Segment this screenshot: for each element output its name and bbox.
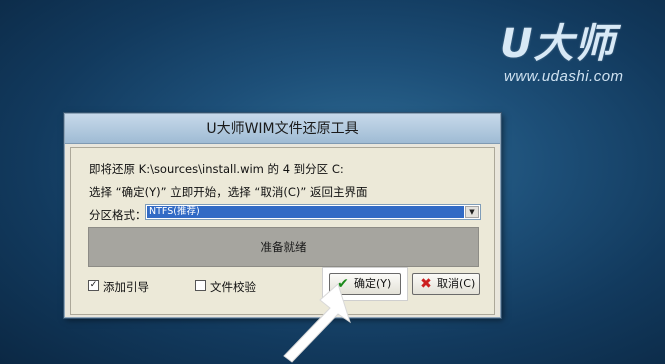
checkbox-unchecked-icon[interactable] xyxy=(195,280,206,291)
format-selected-value: NTFS(推荐) xyxy=(147,206,464,218)
status-panel: 准备就绪 xyxy=(88,227,479,267)
format-select[interactable]: NTFS(推荐) ▼ xyxy=(145,204,481,220)
dialog-title: U大师WIM文件还原工具 xyxy=(206,121,359,137)
title-bar[interactable]: U大师WIM文件还原工具 xyxy=(65,114,500,144)
pointer-arrow-icon xyxy=(283,283,351,363)
restore-info-text: 即将还原 K:\sources\install.wim 的 4 到分区 C: xyxy=(89,162,344,176)
dropdown-arrow-icon[interactable]: ▼ xyxy=(465,206,479,218)
add-boot-label: 添加引导 xyxy=(103,280,149,294)
add-boot-checkbox[interactable]: ✓ 添加引导 xyxy=(88,279,168,294)
checkbox-checked-icon[interactable]: ✓ xyxy=(88,280,99,291)
file-verify-label: 文件校验 xyxy=(210,280,256,294)
file-verify-checkbox[interactable]: 文件校验 xyxy=(195,279,275,294)
brand-logo: U大师 www.udashi.com xyxy=(500,20,650,90)
logo-url: www.udashi.com xyxy=(504,68,624,85)
cancel-button-label: 取消(C) xyxy=(437,277,476,290)
status-text: 准备就绪 xyxy=(260,240,307,254)
cancel-button[interactable]: ✖ 取消(C) xyxy=(412,273,480,295)
logo-text: U大师 xyxy=(500,21,616,67)
hint-text: 选择 “确定(Y)” 立即开始，选择 “取消(C)” 返回主界面 xyxy=(89,185,368,199)
format-label: 分区格式： xyxy=(89,208,147,222)
x-icon: ✖ xyxy=(420,276,432,292)
